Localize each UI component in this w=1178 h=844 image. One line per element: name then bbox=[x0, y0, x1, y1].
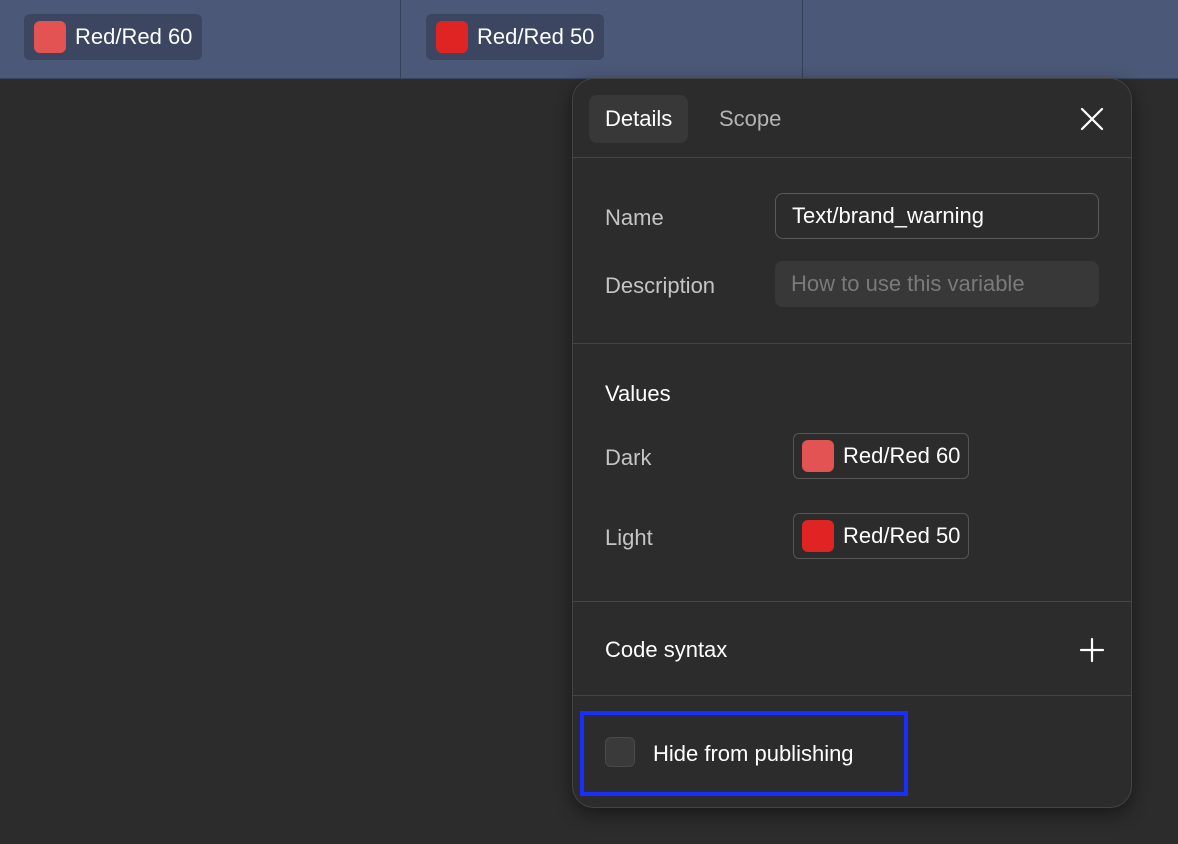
description-input[interactable]: How to use this variable bbox=[775, 261, 1099, 307]
plus-icon[interactable] bbox=[1079, 637, 1105, 663]
close-icon[interactable] bbox=[1079, 106, 1105, 132]
color-chip-red-60[interactable]: Red/Red 60 bbox=[24, 14, 203, 60]
code-syntax-title: Code syntax bbox=[605, 637, 728, 662]
variables-table-row: Red/Red 60 Red/Red 50 bbox=[0, 0, 1178, 79]
value-chip-dark[interactable]: Red/Red 60 bbox=[793, 433, 970, 479]
values-title: Values bbox=[605, 381, 671, 406]
chip-label: Red/Red 60 bbox=[75, 24, 193, 49]
divider bbox=[573, 157, 1131, 158]
description-label: Description bbox=[605, 273, 716, 298]
column-divider bbox=[400, 0, 401, 78]
divider bbox=[573, 695, 1131, 696]
chip-label: Red/Red 50 bbox=[477, 24, 595, 49]
color-swatch bbox=[802, 520, 834, 552]
color-swatch bbox=[436, 21, 468, 53]
color-swatch bbox=[34, 21, 66, 53]
value-chip-light[interactable]: Red/Red 50 bbox=[793, 513, 970, 559]
color-swatch bbox=[802, 440, 834, 472]
tab-scope[interactable]: Scope bbox=[703, 95, 797, 143]
highlight-box bbox=[580, 711, 908, 796]
mode-label-light: Light bbox=[605, 525, 653, 550]
column-divider bbox=[802, 0, 803, 78]
name-label: Name bbox=[605, 205, 664, 230]
divider bbox=[573, 343, 1131, 344]
color-chip-red-50[interactable]: Red/Red 50 bbox=[426, 14, 605, 60]
mode-label-dark: Dark bbox=[605, 445, 652, 470]
name-input[interactable]: Text/brand_warning bbox=[775, 193, 1099, 239]
value-chip-label: Red/Red 50 bbox=[843, 523, 961, 548]
edit-variable-panel: Details Scope Name Text/brand_warning De… bbox=[572, 78, 1132, 808]
divider bbox=[573, 601, 1131, 602]
tab-details[interactable]: Details bbox=[589, 95, 689, 143]
value-chip-label: Red/Red 60 bbox=[843, 443, 961, 468]
